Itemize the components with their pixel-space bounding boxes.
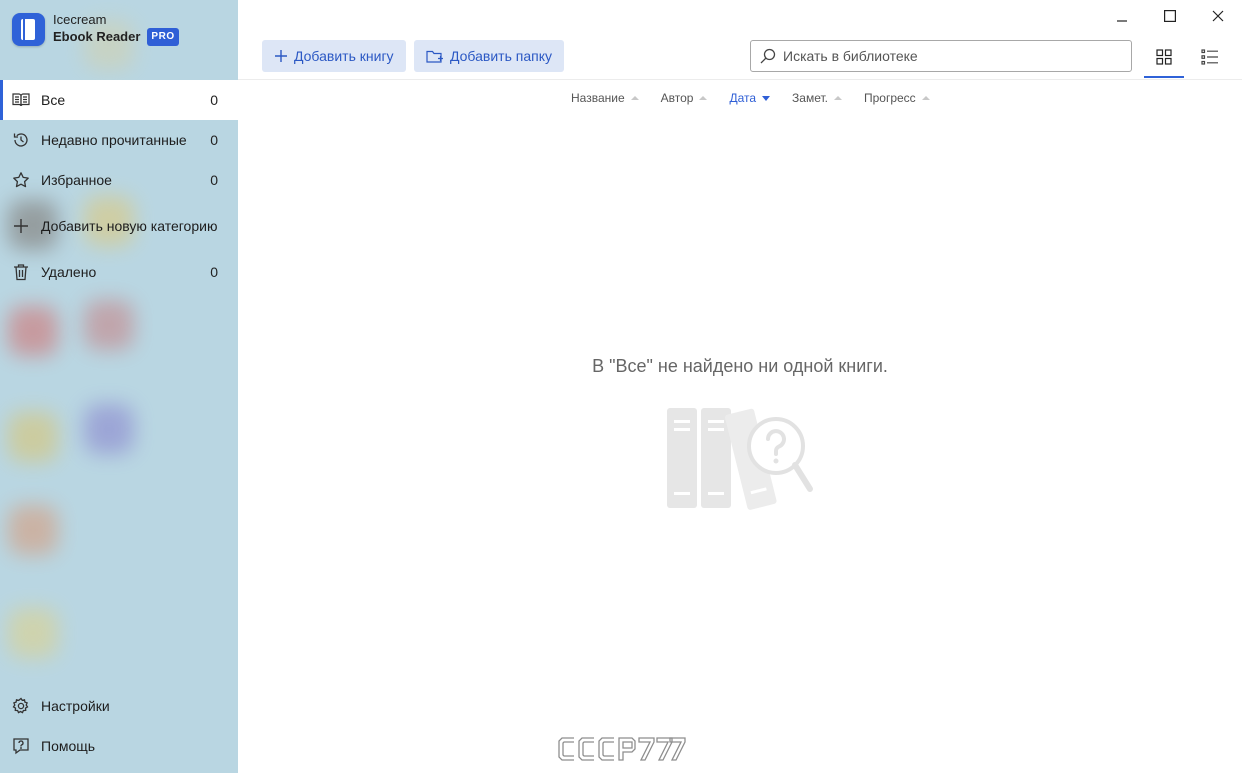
- sidebar-nav: Все 0 Недавно прочитанные 0 Избранное 0 …: [0, 80, 238, 292]
- plus-icon: [274, 49, 288, 63]
- sidebar-item-help[interactable]: Помощь: [0, 726, 238, 766]
- app-logo: Icecream Ebook Reader PRO: [12, 12, 179, 46]
- sidebar-item-label: Добавить новую категорию: [41, 218, 218, 234]
- sidebar-item-label: Удалено: [41, 264, 97, 280]
- sort-label: Замет.: [792, 91, 828, 105]
- sidebar-item-count: 0: [210, 172, 218, 188]
- help-icon: [12, 737, 30, 755]
- blurred-backdrop-shape: [8, 412, 58, 462]
- book-open-icon: [12, 91, 30, 109]
- list-icon: [1201, 48, 1219, 70]
- grid-icon: [1156, 48, 1172, 70]
- sort-arrow-icon: [630, 96, 639, 100]
- sidebar-item-favorites[interactable]: Избранное 0: [0, 160, 238, 200]
- sort-label: Название: [571, 91, 625, 105]
- add-folder-label: Добавить папку: [450, 48, 552, 64]
- library-search: [750, 40, 1132, 72]
- sidebar-item-label: Избранное: [41, 172, 112, 188]
- search-input[interactable]: [783, 48, 1123, 64]
- empty-state-message: В "Все" не найдено ни одной книги.: [592, 356, 888, 376]
- app-name-line1: Icecream: [53, 12, 107, 27]
- sort-arrow-down-icon: [762, 95, 771, 101]
- sidebar-item-label: Недавно прочитанные: [41, 132, 187, 148]
- sort-arrow-icon: [833, 96, 842, 100]
- books-search-illustration-icon: [664, 404, 816, 517]
- sidebar-item-label: Все: [41, 92, 66, 108]
- sort-by-notes[interactable]: Замет.: [792, 91, 842, 105]
- window-controls: [1098, 0, 1242, 32]
- sort-arrow-icon: [699, 96, 708, 100]
- header-divider: [238, 79, 1242, 80]
- sort-arrow-icon: [921, 96, 930, 100]
- sidebar: Icecream Ebook Reader PRO Все 0 Недавно п…: [0, 0, 238, 773]
- sort-label: Дата: [729, 91, 757, 105]
- sidebar-item-count: 0: [210, 132, 218, 148]
- close-button[interactable]: [1194, 0, 1242, 32]
- minimize-button[interactable]: [1098, 0, 1146, 32]
- sidebar-item-label: Настройки: [41, 698, 110, 714]
- add-book-button[interactable]: Добавить книгу: [262, 40, 406, 72]
- sidebar-item-count: 0: [210, 264, 218, 280]
- sidebar-item-all[interactable]: Все 0: [0, 80, 238, 120]
- sidebar-item-recent[interactable]: Недавно прочитанные 0: [0, 120, 238, 160]
- watermark-logo: [558, 736, 686, 767]
- add-folder-button[interactable]: Добавить папку: [414, 40, 564, 72]
- add-book-label: Добавить книгу: [294, 48, 394, 64]
- blurred-backdrop-shape: [84, 300, 134, 350]
- sort-label: Прогресс: [863, 91, 916, 105]
- sort-by-author[interactable]: Автор: [661, 91, 708, 105]
- sidebar-bottom-nav: Настройки Помощь: [0, 686, 238, 766]
- sort-by-progress[interactable]: Прогресс: [864, 91, 930, 105]
- sort-label: Автор: [660, 91, 694, 105]
- list-view-button[interactable]: [1190, 40, 1230, 78]
- sort-bar: Название Автор Дата Замет. Прогресс: [571, 91, 952, 105]
- folder-add-icon: [426, 49, 444, 64]
- app-name-line2: Ebook Reader: [53, 29, 141, 44]
- blurred-backdrop-shape: [8, 306, 58, 356]
- sidebar-item-settings[interactable]: Настройки: [0, 686, 238, 726]
- star-icon: [12, 171, 30, 189]
- sort-by-date[interactable]: Дата: [729, 91, 771, 105]
- gear-icon: [12, 697, 30, 715]
- plus-icon: [12, 217, 30, 235]
- history-icon: [12, 131, 30, 149]
- grid-view-button[interactable]: [1144, 40, 1184, 78]
- maximize-button[interactable]: [1146, 0, 1194, 32]
- blurred-backdrop-shape: [8, 608, 58, 658]
- blurred-backdrop-shape: [8, 505, 58, 555]
- blurred-backdrop-shape: [84, 404, 134, 454]
- pro-badge: PRO: [147, 28, 179, 46]
- search-icon: [759, 47, 777, 65]
- sidebar-item-count: 0: [210, 92, 218, 108]
- book-logo-icon: [12, 12, 45, 46]
- sort-by-title[interactable]: Название: [571, 91, 639, 105]
- trash-icon: [12, 263, 30, 281]
- sidebar-item-add-category[interactable]: Добавить новую категорию: [0, 200, 238, 252]
- sidebar-item-deleted[interactable]: Удалено 0: [0, 252, 238, 292]
- sidebar-item-label: Помощь: [41, 738, 96, 754]
